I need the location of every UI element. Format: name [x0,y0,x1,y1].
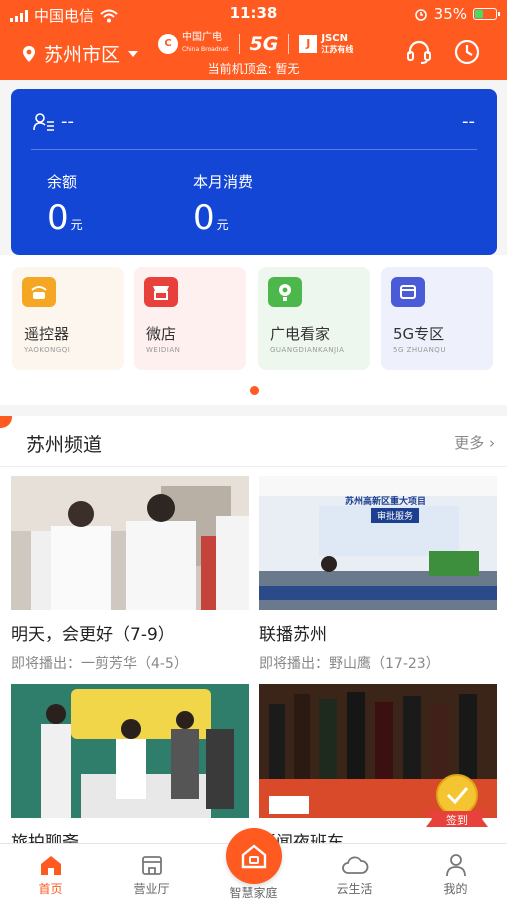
tile-pinyin: GUANGDIANKANJIA [270,346,345,354]
nav-mine-label: 我的 [443,882,468,896]
balance-label: 余额 [47,173,78,191]
chevron-right-icon: › [489,434,495,452]
5g-logo: 5G [249,32,279,55]
brand-logos: C 中国广电 China Broadnet 5G J JSCN 江苏有线 [158,32,353,55]
video-thumbnail: 苏州高新区重大项目 审批服务 [259,476,497,610]
storefront-icon [141,856,162,875]
monthly-consumption-label: 本月消费 [193,173,254,191]
cbn-name: 中国广电 [182,32,222,43]
section-accent [0,416,12,428]
jscn-name: JSCN [321,32,348,44]
nav-cloud-life-label: 云生活 [336,882,373,896]
alarm-icon [414,9,427,21]
nav-service-hall[interactable]: 营业厅 [101,850,202,897]
battery-percent: 35% [433,5,467,23]
store-icon [144,277,178,307]
nav-mine[interactable]: 我的 [405,850,506,897]
nav-cloud-life[interactable]: 云生活 [304,850,405,897]
tile-pinyin: WEIDIAN [146,346,181,354]
tile-5g-zone[interactable]: 5G专区 5G ZHUANQU [381,267,493,370]
history-clock-icon[interactable] [453,38,481,66]
balance-unit: 元 [70,218,83,232]
brand-divider [238,33,240,54]
nav-service-hall-label: 营业厅 [133,882,170,896]
brand-divider [288,33,290,54]
video-thumbnail [11,476,249,610]
monthly-consumption-stat: 本月消费 0元 [193,171,253,238]
jscn-chinese: 江苏有线 [321,44,354,54]
tile-name: 5G专区 [393,325,445,343]
tile-pinyin: 5G ZHUANQU [393,346,446,354]
account-user: -- [33,111,74,132]
jscn-mark-icon: J [299,34,318,53]
thumb-subbanner: 审批服务 [371,508,420,523]
video-subtitle: 即将播出：野山鹰（17-23） [259,656,440,672]
jscn-logo: J JSCN 江苏有线 [299,33,353,55]
balance-value: 0 [47,198,69,238]
remote-control-icon [22,277,56,307]
video-card[interactable]: 明天，会更好（7-9） 即将播出：一剪芳华（4-5） [11,476,249,673]
section-title: 苏州频道 [26,434,103,456]
tile-micro-store[interactable]: 微店 WEIDIAN [134,267,246,370]
cbn-mark-icon: C [158,33,178,54]
battery-icon [473,8,500,20]
status-bar: 中国电信 11:38 35% [0,0,507,28]
video-title: 明天，会更好（7-9） [11,625,175,645]
video-card[interactable]: 旅拍聊斋 [11,684,249,846]
top-bar: 中国电信 11:38 35% 苏州市区 C 中国广电 China Broadnet… [0,0,507,80]
nav-smart-home-label: 智慧家庭 [229,886,278,900]
tile-name: 微店 [146,325,177,343]
account-card[interactable]: -- -- 余额 0元 本月消费 0元 [11,89,497,255]
nav-home-label: 首页 [38,882,63,896]
tile-remote-control[interactable]: 遥控器 YAOKONGQI [12,267,124,370]
cloud-icon [341,856,368,874]
caret-down-icon [128,50,139,57]
monthly-consumption-value: 0 [193,198,215,238]
signin-label: 签到 [446,814,468,827]
video-card[interactable]: 苏州高新区重大项目 审批服务 联播苏州 即将播出：野山鹰（17-23） [259,476,497,673]
card-divider [31,149,477,150]
5g-zone-icon [391,277,425,307]
bottom-nav: 首页 营业厅 智慧家庭 云生活 我的 [0,828,507,900]
video-subtitle: 即将播出：一剪芳华（4-5） [11,656,188,672]
monthly-consumption-unit: 元 [216,218,229,232]
tile-name: 遥控器 [24,325,70,343]
customer-service-icon[interactable] [405,38,433,66]
tile-pinyin: YAOKONGQI [24,346,71,354]
app-header: 苏州市区 C 中国广电 China Broadnet 5G J JSCN 江苏有线 … [0,28,507,80]
nav-smart-home-button[interactable] [226,828,282,884]
thumb-banner: 苏州高新区重大项目 [345,497,427,507]
user-list-icon [33,112,54,131]
cbn-english: China Broadnet [182,46,229,53]
video-title: 联播苏州 [259,625,327,645]
smart-home-icon [241,844,267,869]
more-label: 更多 [454,434,485,452]
camera-icon [268,277,302,307]
nav-home[interactable]: 首页 [0,850,101,897]
account-user-value: -- [61,111,74,132]
balance-stat: 余额 0元 [47,171,83,238]
section-divider [0,466,507,467]
tile-home-monitor[interactable]: 广电看家 GUANGDIANKANJIA [258,267,370,370]
account-right-value: -- [462,111,475,132]
tile-name: 广电看家 [270,325,331,343]
more-link[interactable]: 更多 › [454,432,495,453]
cbn-logo: C 中国广电 China Broadnet [158,32,229,55]
quick-tiles: 遥控器 YAOKONGQI 微店 WEIDIAN 广电看家 GUANGDIANK… [0,255,507,405]
video-thumbnail [11,684,249,818]
page-indicator-dot [250,386,259,395]
person-icon [445,854,466,877]
home-icon [40,856,61,875]
signin-badge[interactable]: 签到 [424,773,490,833]
